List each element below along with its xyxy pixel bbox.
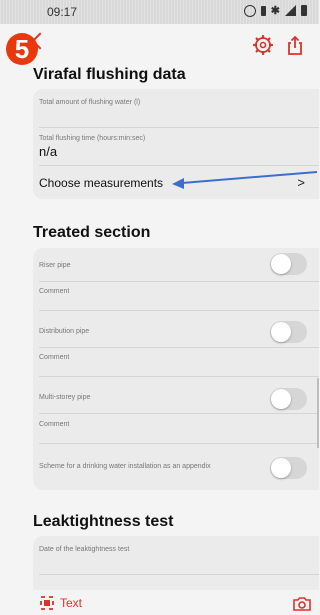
bluetooth-icon: ✱: [270, 5, 280, 17]
signal-icon: [285, 5, 296, 16]
gear-icon: [252, 34, 274, 56]
leak-card: Date of the leaktightness test: [33, 536, 319, 596]
vibrate-icon: [260, 5, 266, 16]
alarm-icon: [243, 4, 256, 17]
divider: [39, 347, 319, 348]
riser-pipe-label: Riser pipe: [39, 262, 71, 269]
divider: [39, 413, 319, 414]
distribution-comment-field[interactable]: Comment: [39, 354, 69, 361]
chevron-right-icon: >: [297, 175, 305, 190]
text-scan-icon: [40, 596, 54, 610]
total-water-field[interactable]: [33, 89, 319, 125]
camera-button[interactable]: [292, 596, 312, 612]
share-icon: [288, 35, 302, 55]
toggle-knob: [271, 389, 291, 409]
text-scan-label: Text: [60, 596, 83, 610]
divider: [39, 443, 319, 444]
distribution-pipe-label: Distribution pipe: [39, 328, 90, 335]
share-button[interactable]: [284, 34, 306, 56]
choose-measurements-label: Choose measurements: [39, 176, 164, 190]
divider: [39, 281, 319, 282]
choose-measurements-row[interactable]: Choose measurements >: [33, 166, 319, 199]
camera-icon: [293, 597, 311, 611]
divider: [39, 574, 319, 575]
divider: [39, 376, 319, 377]
toggle-knob: [271, 254, 291, 274]
total-time-label: Total flushing time (hours:min:sec): [39, 135, 146, 142]
divider: [39, 310, 319, 311]
riser-comment-field[interactable]: Comment: [39, 288, 69, 295]
riser-pipe-toggle[interactable]: [270, 253, 307, 275]
multi-storey-pipe-toggle[interactable]: [270, 388, 307, 410]
scheme-appendix-label: Scheme for a drinking water installation…: [39, 463, 211, 470]
screen: 09:17 ✱ 5 Virafal flushing data Total am…: [0, 0, 319, 615]
status-icons: ✱: [243, 4, 307, 17]
treated-section-title: Treated section: [33, 224, 151, 241]
distribution-pipe-toggle[interactable]: [270, 321, 307, 343]
toggle-knob: [271, 322, 291, 342]
divider: [39, 127, 319, 128]
battery-icon: [301, 5, 307, 16]
scheme-appendix-toggle[interactable]: [270, 457, 307, 479]
scrollbar[interactable]: [317, 378, 319, 448]
settings-button[interactable]: [252, 34, 274, 56]
total-time-value: n/a: [39, 144, 58, 159]
flushing-card: Total amount of flushing water (l) Total…: [33, 89, 319, 199]
flushing-section-title: Virafal flushing data: [33, 66, 186, 83]
multi-storey-comment-field[interactable]: Comment: [39, 421, 69, 428]
multi-storey-pipe-label: Multi-storey pipe: [39, 394, 91, 401]
bottom-bar: Text: [0, 590, 319, 615]
treated-card: Riser pipe Comment Distribution pipe Com…: [33, 248, 319, 490]
status-time: 09:17: [47, 5, 78, 19]
leak-date-field[interactable]: [33, 536, 319, 572]
leak-section-title: Leaktightness test: [33, 513, 174, 530]
text-scan-button[interactable]: Text: [40, 596, 82, 610]
status-bar: 09:17 ✱: [0, 0, 319, 24]
toggle-knob: [271, 458, 291, 478]
step-badge: 5: [6, 33, 38, 65]
